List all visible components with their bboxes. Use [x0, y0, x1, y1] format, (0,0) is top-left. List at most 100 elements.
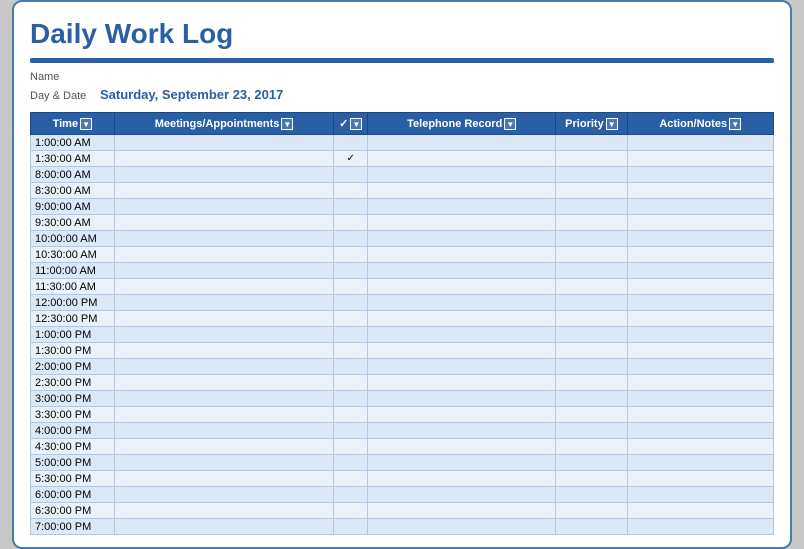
meetings-dropdown[interactable]: ▼: [281, 118, 293, 130]
cell-telephone[interactable]: [368, 471, 556, 487]
cell-telephone[interactable]: [368, 199, 556, 215]
cell-priority[interactable]: [556, 279, 627, 295]
cell-telephone[interactable]: [368, 503, 556, 519]
cell-priority[interactable]: [556, 199, 627, 215]
cell-meetings[interactable]: [114, 455, 334, 471]
cell-action[interactable]: [627, 135, 774, 151]
cell-telephone[interactable]: [368, 423, 556, 439]
cell-meetings[interactable]: [114, 359, 334, 375]
cell-priority[interactable]: [556, 295, 627, 311]
cell-telephone[interactable]: [368, 407, 556, 423]
cell-telephone[interactable]: [368, 295, 556, 311]
cell-action[interactable]: [627, 439, 774, 455]
cell-priority[interactable]: [556, 151, 627, 167]
cell-telephone[interactable]: [368, 519, 556, 535]
cell-priority[interactable]: [556, 375, 627, 391]
cell-telephone[interactable]: [368, 455, 556, 471]
cell-action[interactable]: [627, 343, 774, 359]
cell-meetings[interactable]: [114, 343, 334, 359]
cell-meetings[interactable]: [114, 471, 334, 487]
check-dropdown[interactable]: ▼: [350, 118, 362, 130]
cell-action[interactable]: [627, 423, 774, 439]
cell-priority[interactable]: [556, 359, 627, 375]
cell-action[interactable]: [627, 167, 774, 183]
cell-meetings[interactable]: [114, 199, 334, 215]
cell-telephone[interactable]: [368, 311, 556, 327]
cell-action[interactable]: [627, 247, 774, 263]
cell-action[interactable]: [627, 311, 774, 327]
cell-priority[interactable]: [556, 135, 627, 151]
cell-telephone[interactable]: [368, 151, 556, 167]
cell-action[interactable]: [627, 263, 774, 279]
cell-action[interactable]: [627, 359, 774, 375]
cell-meetings[interactable]: [114, 167, 334, 183]
cell-action[interactable]: [627, 295, 774, 311]
cell-telephone[interactable]: [368, 183, 556, 199]
cell-priority[interactable]: [556, 167, 627, 183]
cell-action[interactable]: [627, 471, 774, 487]
cell-priority[interactable]: [556, 519, 627, 535]
cell-action[interactable]: [627, 151, 774, 167]
cell-priority[interactable]: [556, 503, 627, 519]
cell-meetings[interactable]: [114, 519, 334, 535]
time-dropdown[interactable]: ▼: [80, 118, 92, 130]
cell-telephone[interactable]: [368, 263, 556, 279]
cell-priority[interactable]: [556, 423, 627, 439]
cell-action[interactable]: [627, 503, 774, 519]
action-dropdown[interactable]: ▼: [729, 118, 741, 130]
cell-action[interactable]: [627, 407, 774, 423]
cell-priority[interactable]: [556, 391, 627, 407]
cell-priority[interactable]: [556, 343, 627, 359]
priority-dropdown[interactable]: ▼: [606, 118, 618, 130]
cell-meetings[interactable]: [114, 503, 334, 519]
cell-meetings[interactable]: [114, 487, 334, 503]
cell-telephone[interactable]: [368, 231, 556, 247]
cell-action[interactable]: [627, 279, 774, 295]
cell-meetings[interactable]: [114, 151, 334, 167]
cell-priority[interactable]: [556, 311, 627, 327]
cell-meetings[interactable]: [114, 311, 334, 327]
cell-action[interactable]: [627, 519, 774, 535]
cell-meetings[interactable]: [114, 231, 334, 247]
cell-meetings[interactable]: [114, 295, 334, 311]
cell-priority[interactable]: [556, 455, 627, 471]
cell-action[interactable]: [627, 455, 774, 471]
cell-action[interactable]: [627, 199, 774, 215]
cell-telephone[interactable]: [368, 135, 556, 151]
cell-telephone[interactable]: [368, 343, 556, 359]
cell-meetings[interactable]: [114, 215, 334, 231]
cell-meetings[interactable]: [114, 279, 334, 295]
cell-meetings[interactable]: [114, 263, 334, 279]
telephone-dropdown[interactable]: ▼: [504, 118, 516, 130]
cell-telephone[interactable]: [368, 279, 556, 295]
cell-action[interactable]: [627, 183, 774, 199]
cell-meetings[interactable]: [114, 375, 334, 391]
cell-meetings[interactable]: [114, 423, 334, 439]
cell-meetings[interactable]: [114, 391, 334, 407]
cell-meetings[interactable]: [114, 183, 334, 199]
cell-telephone[interactable]: [368, 487, 556, 503]
cell-telephone[interactable]: [368, 215, 556, 231]
cell-priority[interactable]: [556, 407, 627, 423]
cell-meetings[interactable]: [114, 407, 334, 423]
cell-telephone[interactable]: [368, 327, 556, 343]
cell-telephone[interactable]: [368, 359, 556, 375]
cell-priority[interactable]: [556, 471, 627, 487]
cell-action[interactable]: [627, 327, 774, 343]
cell-meetings[interactable]: [114, 135, 334, 151]
cell-meetings[interactable]: [114, 439, 334, 455]
cell-priority[interactable]: [556, 327, 627, 343]
cell-priority[interactable]: [556, 439, 627, 455]
cell-telephone[interactable]: [368, 167, 556, 183]
cell-action[interactable]: [627, 231, 774, 247]
cell-action[interactable]: [627, 375, 774, 391]
cell-telephone[interactable]: [368, 375, 556, 391]
cell-meetings[interactable]: [114, 247, 334, 263]
cell-action[interactable]: [627, 215, 774, 231]
cell-priority[interactable]: [556, 263, 627, 279]
cell-priority[interactable]: [556, 247, 627, 263]
cell-telephone[interactable]: [368, 439, 556, 455]
cell-priority[interactable]: [556, 231, 627, 247]
cell-priority[interactable]: [556, 487, 627, 503]
cell-telephone[interactable]: [368, 391, 556, 407]
